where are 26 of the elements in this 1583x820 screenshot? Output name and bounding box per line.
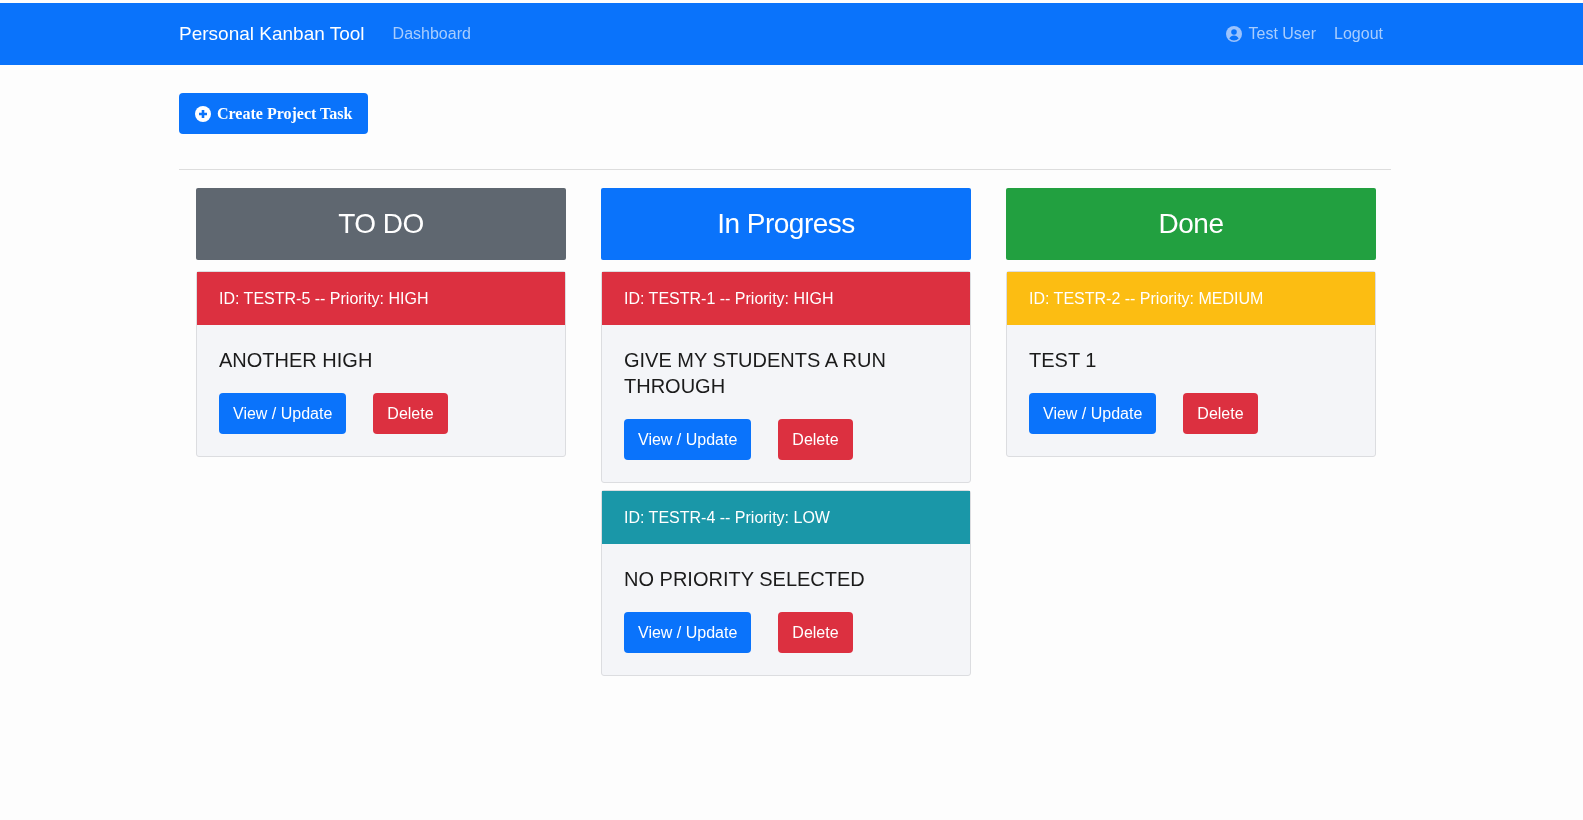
task-summary: ANOTHER HIGH: [219, 348, 374, 373]
create-task-button[interactable]: Create Project Task: [179, 93, 369, 134]
nav-link[interactable]: Dashboard: [392, 25, 471, 43]
user-link[interactable]: Test User: [1248, 25, 1317, 43]
view-update-button[interactable]: View / Update: [624, 612, 752, 653]
task-summary: TEST 1: [1029, 348, 1098, 373]
column-header: TO DO: [196, 188, 566, 260]
task-summary: GIVE MY STUDENTS A RUN THROUGH: [624, 348, 887, 399]
view-update-button[interactable]: View / Update: [219, 393, 347, 434]
task-summary: NO PRIORITY SELECTED: [624, 567, 866, 592]
plus-circle-icon: [195, 105, 211, 122]
delete-button[interactable]: Delete: [778, 419, 853, 460]
view-update-button[interactable]: View / Update: [1029, 393, 1157, 434]
delete-button[interactable]: Delete: [778, 612, 853, 653]
delete-button[interactable]: Delete: [373, 393, 448, 434]
logout-link[interactable]: Logout: [1334, 25, 1383, 43]
card-header: ID: TESTR-2 -- Priority: MEDIUM: [1007, 272, 1375, 325]
column-header: Done: [1006, 188, 1376, 260]
delete-button[interactable]: Delete: [1183, 393, 1258, 434]
user-icon: [1226, 26, 1243, 42]
brand-link[interactable]: Personal Kanban Tool: [179, 23, 365, 45]
column-header: In Progress: [601, 188, 971, 260]
card-header: ID: TESTR-1 -- Priority: HIGH: [602, 272, 970, 325]
view-update-button[interactable]: View / Update: [624, 419, 752, 460]
card-header: ID: TESTR-5 -- Priority: HIGH: [197, 272, 565, 325]
card-header: ID: TESTR-4 -- Priority: LOW: [602, 491, 970, 544]
